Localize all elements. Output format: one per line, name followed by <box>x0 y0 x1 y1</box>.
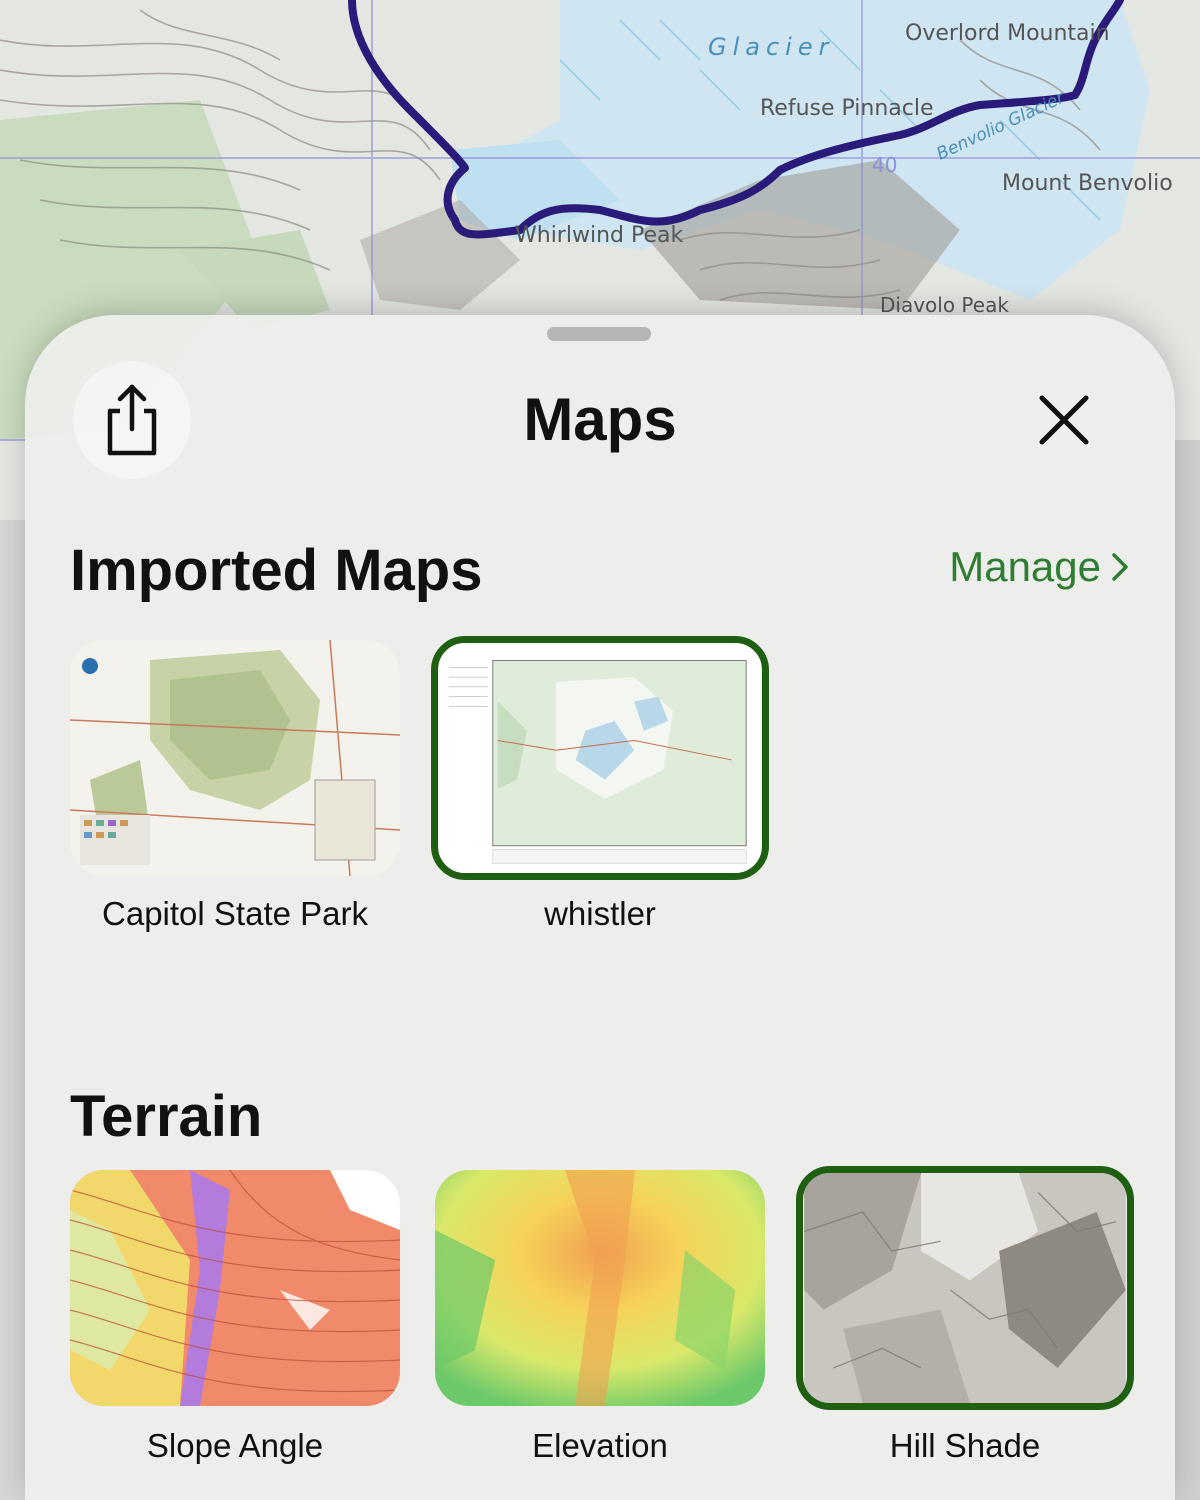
terrain-card-hill-shade[interactable] <box>796 1166 1134 1410</box>
map-card-label: Capitol State Park <box>102 895 368 932</box>
terrain-card-elevation[interactable] <box>435 1170 765 1406</box>
map-label: Mount Benvolio <box>1002 171 1173 196</box>
terrain-card-slope-angle[interactable] <box>70 1170 400 1406</box>
whistler-thumbnail <box>439 643 761 873</box>
map-label: Glacier <box>708 33 834 61</box>
sheet-grabber[interactable] <box>547 327 651 341</box>
manage-link[interactable]: Manage <box>949 543 1129 591</box>
terrain-card-label: Elevation <box>532 1427 668 1464</box>
map-card-capitol-state-park[interactable] <box>70 640 400 876</box>
close-icon <box>1039 395 1089 445</box>
map-label: 40 <box>872 153 897 177</box>
hill-shade-thumbnail <box>803 1173 1126 1403</box>
terrain-card-label: Hill Shade <box>889 1427 1041 1464</box>
map-label: Whirlwind Peak <box>515 223 683 248</box>
terrain-card-label: Slope Angle <box>146 1427 324 1464</box>
map-label: Refuse Pinnacle <box>760 96 934 121</box>
map-label: Diavolo Peak <box>880 293 1009 317</box>
map-label: Overlord Mountain <box>905 21 1110 46</box>
manage-label: Manage <box>949 543 1101 590</box>
chevron-right-icon <box>1112 553 1128 581</box>
terrain-heading: Terrain <box>70 1084 263 1149</box>
sheet-title: Maps <box>523 386 677 453</box>
imported-maps-heading: Imported Maps <box>70 538 483 603</box>
close-button[interactable] <box>1005 361 1123 479</box>
map-card-whistler[interactable] <box>431 636 769 880</box>
slope-angle-thumbnail <box>70 1170 400 1406</box>
maps-sheet: Maps Imported Maps Manage Capitol State … <box>25 315 1175 1500</box>
capitol-state-park-thumbnail <box>70 640 400 876</box>
map-card-label: whistler <box>544 895 656 932</box>
elevation-thumbnail <box>435 1170 765 1406</box>
